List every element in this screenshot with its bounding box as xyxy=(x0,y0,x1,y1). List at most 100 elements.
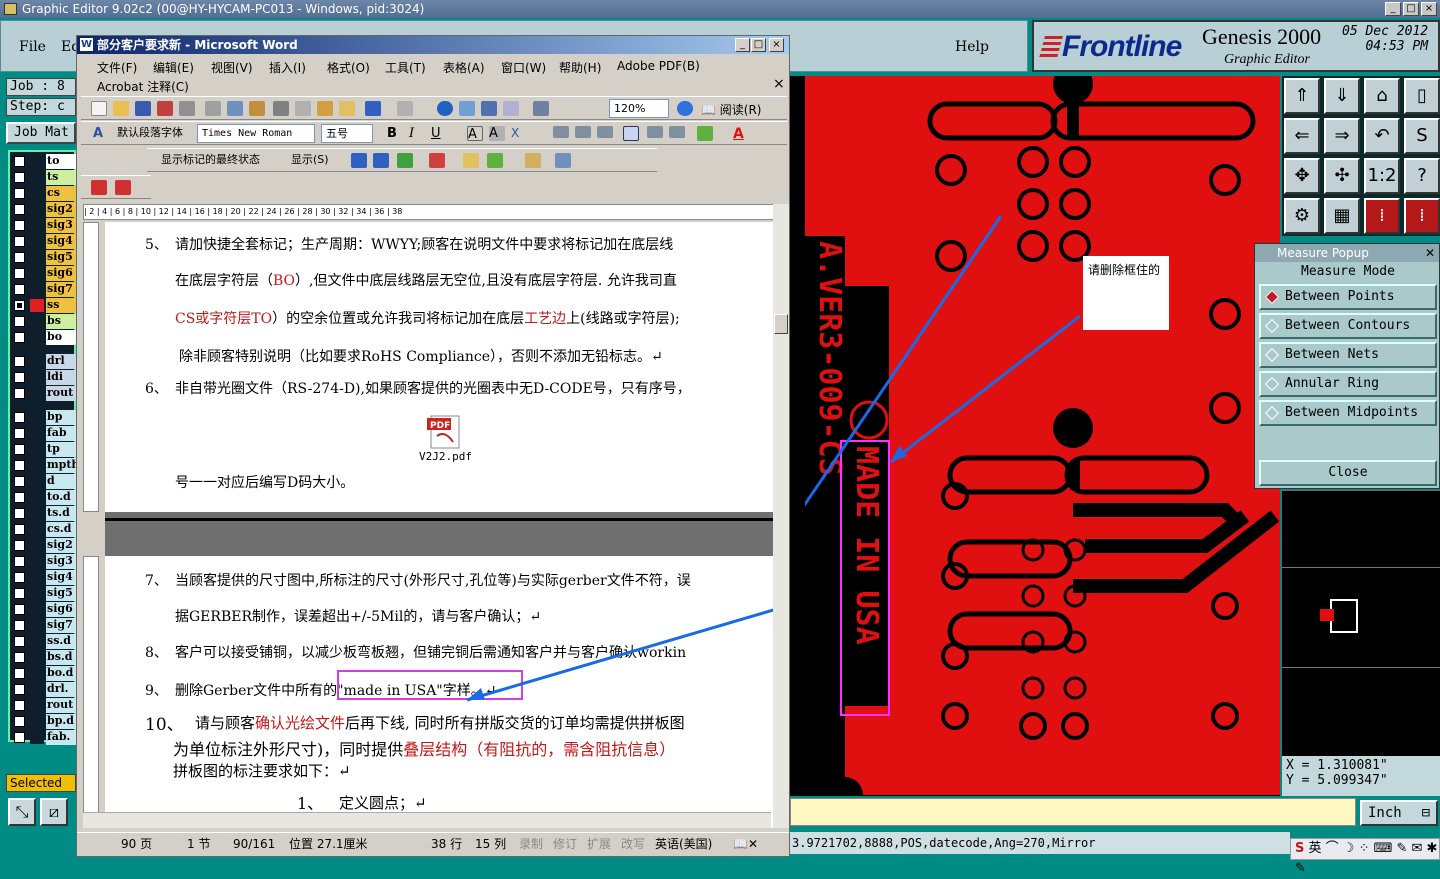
layer-checkbox[interactable] xyxy=(14,428,25,439)
layer-name[interactable]: sig4 xyxy=(46,570,76,585)
layer-checkbox[interactable] xyxy=(14,460,25,471)
layer-name[interactable]: rout xyxy=(46,386,76,401)
layer-color-swatch[interactable] xyxy=(30,555,44,568)
layer-checkbox[interactable] xyxy=(14,716,25,727)
layer-row[interactable]: bs.d xyxy=(10,650,76,665)
vertical-scrollbar[interactable] xyxy=(773,204,789,828)
layer-name[interactable]: ldi xyxy=(46,370,76,385)
close-button[interactable]: × xyxy=(1421,2,1437,16)
layer-name[interactable]: sig7 xyxy=(46,618,76,633)
word-menu-view[interactable]: 视图(V) xyxy=(211,59,253,76)
layer-checkbox[interactable] xyxy=(14,636,25,647)
layer-checkbox[interactable] xyxy=(14,540,25,551)
layer-row[interactable]: drl. xyxy=(10,682,76,697)
print-preview-icon[interactable] xyxy=(205,101,221,116)
tables-borders-icon[interactable] xyxy=(459,101,475,116)
layer-color-swatch[interactable] xyxy=(30,491,44,504)
layer-row[interactable]: ts xyxy=(10,170,76,185)
layer-name[interactable]: cs xyxy=(46,186,76,201)
layer-name[interactable]: sig3 xyxy=(46,554,76,569)
menu-file[interactable]: File xyxy=(19,39,46,55)
redo-icon[interactable] xyxy=(397,101,413,116)
layer-color-swatch[interactable] xyxy=(30,635,44,648)
tool-icon[interactable]: ⚙ xyxy=(1284,198,1320,234)
layer-name[interactable]: fab xyxy=(46,426,76,441)
layer-color-swatch[interactable] xyxy=(30,427,44,440)
layer-color-swatch[interactable] xyxy=(30,619,44,632)
layer-name[interactable]: to.d xyxy=(46,490,76,505)
layer-color-swatch[interactable] xyxy=(30,219,44,232)
word-menu-file[interactable]: 文件(F) xyxy=(97,59,137,76)
measure-icon[interactable]: ⧄ xyxy=(40,798,68,826)
step-field[interactable]: Step: c xyxy=(6,98,76,116)
layer-checkbox[interactable] xyxy=(14,620,25,631)
horizontal-scrollbar[interactable] xyxy=(83,812,771,828)
show-menu[interactable]: 显示(S) xyxy=(287,151,343,170)
copy-icon[interactable] xyxy=(295,101,311,116)
layer-name[interactable]: sig7 xyxy=(46,282,76,297)
layer-checkbox[interactable] xyxy=(14,572,25,583)
measure-close-button[interactable]: Close xyxy=(1259,460,1437,486)
grid-icon[interactable]: ▦ xyxy=(1324,198,1360,234)
format-painter-icon[interactable] xyxy=(339,101,355,116)
layer-row[interactable]: rout xyxy=(10,698,76,713)
one-to-one-icon[interactable]: 1:2 xyxy=(1364,158,1400,194)
layer-checkbox[interactable] xyxy=(14,316,25,327)
layer-name[interactable]: sig2 xyxy=(46,202,76,217)
layer-color-swatch[interactable] xyxy=(30,523,44,536)
italic-icon[interactable]: I xyxy=(409,126,425,141)
numbering-icon[interactable] xyxy=(647,126,663,138)
next-change-icon[interactable] xyxy=(373,153,389,168)
font-color-icon[interactable]: A xyxy=(733,126,749,142)
layer-checkbox[interactable] xyxy=(14,556,25,567)
layer-name[interactable]: bo xyxy=(46,330,76,345)
char-border-icon[interactable]: A xyxy=(467,126,483,142)
layer-checkbox[interactable] xyxy=(14,524,25,535)
net-toggle-icon[interactable]: ⁞ xyxy=(1404,198,1440,234)
layer-checkbox[interactable] xyxy=(14,588,25,599)
layer-checkbox[interactable] xyxy=(14,492,25,503)
accept-change-icon[interactable] xyxy=(397,153,413,168)
font-size-select[interactable]: 五号 xyxy=(321,124,373,143)
redraw-icon[interactable]: S xyxy=(1404,118,1440,154)
layer-row[interactable]: sig4 xyxy=(10,234,76,249)
layer-color-swatch[interactable] xyxy=(30,387,44,400)
layer-color-swatch[interactable] xyxy=(30,475,44,488)
layer-checkbox[interactable] xyxy=(14,284,25,295)
paste-icon[interactable] xyxy=(317,101,333,116)
pcb-view[interactable]: A.VER3-009-CS MADE IN USA 61166-011 请删除框… xyxy=(805,76,1280,795)
layer-row[interactable]: to xyxy=(10,154,76,169)
measure-option[interactable]: Between Contours xyxy=(1259,313,1437,339)
layer-color-swatch[interactable] xyxy=(30,603,44,616)
layer-row[interactable]: sig2 xyxy=(10,202,76,217)
comment-icon[interactable] xyxy=(463,153,479,168)
measure-option[interactable]: Between Midpoints xyxy=(1259,400,1437,426)
layer-checkbox[interactable] xyxy=(14,372,25,383)
layer-name[interactable]: sig4 xyxy=(46,234,76,249)
layer-checkbox[interactable] xyxy=(14,204,25,215)
word-menu-help[interactable]: 帮助(H) xyxy=(559,59,601,76)
word-menu-table[interactable]: 表格(A) xyxy=(443,59,485,76)
pdf-email-icon[interactable] xyxy=(115,180,131,195)
word-close-button[interactable]: × xyxy=(769,38,784,52)
layer-checkbox[interactable] xyxy=(14,652,25,663)
status-ovr[interactable]: 改写 xyxy=(621,833,645,855)
up-arrow-icon[interactable]: ⇑ xyxy=(1284,78,1320,114)
layer-checkbox[interactable] xyxy=(14,508,25,519)
layer-color-swatch[interactable] xyxy=(30,587,44,600)
job-field[interactable]: Job : 8 xyxy=(6,78,76,96)
layer-checkbox[interactable] xyxy=(14,700,25,711)
layer-checkbox[interactable] xyxy=(14,668,25,679)
track-view-select[interactable]: 显示标记的最终状态 xyxy=(157,151,285,170)
minimize-button[interactable]: _ xyxy=(1385,2,1401,16)
layer-row[interactable]: cs xyxy=(10,186,76,201)
word-menu-tools[interactable]: 工具(T) xyxy=(385,59,426,76)
layer-checkbox[interactable] xyxy=(14,236,25,247)
document-page[interactable]: 5、 请加快捷全套标记；生产周期：WWYY;顾客在说明文件中要求将标记加在底层线… xyxy=(105,222,773,512)
layer-name[interactable]: drl. xyxy=(46,682,76,697)
layer-name[interactable]: cs.d xyxy=(46,522,76,537)
layer-name[interactable]: ts xyxy=(46,170,76,185)
align-center-icon[interactable] xyxy=(575,126,591,138)
layer-name[interactable]: sig6 xyxy=(46,602,76,617)
layer-checkbox[interactable] xyxy=(14,444,25,455)
